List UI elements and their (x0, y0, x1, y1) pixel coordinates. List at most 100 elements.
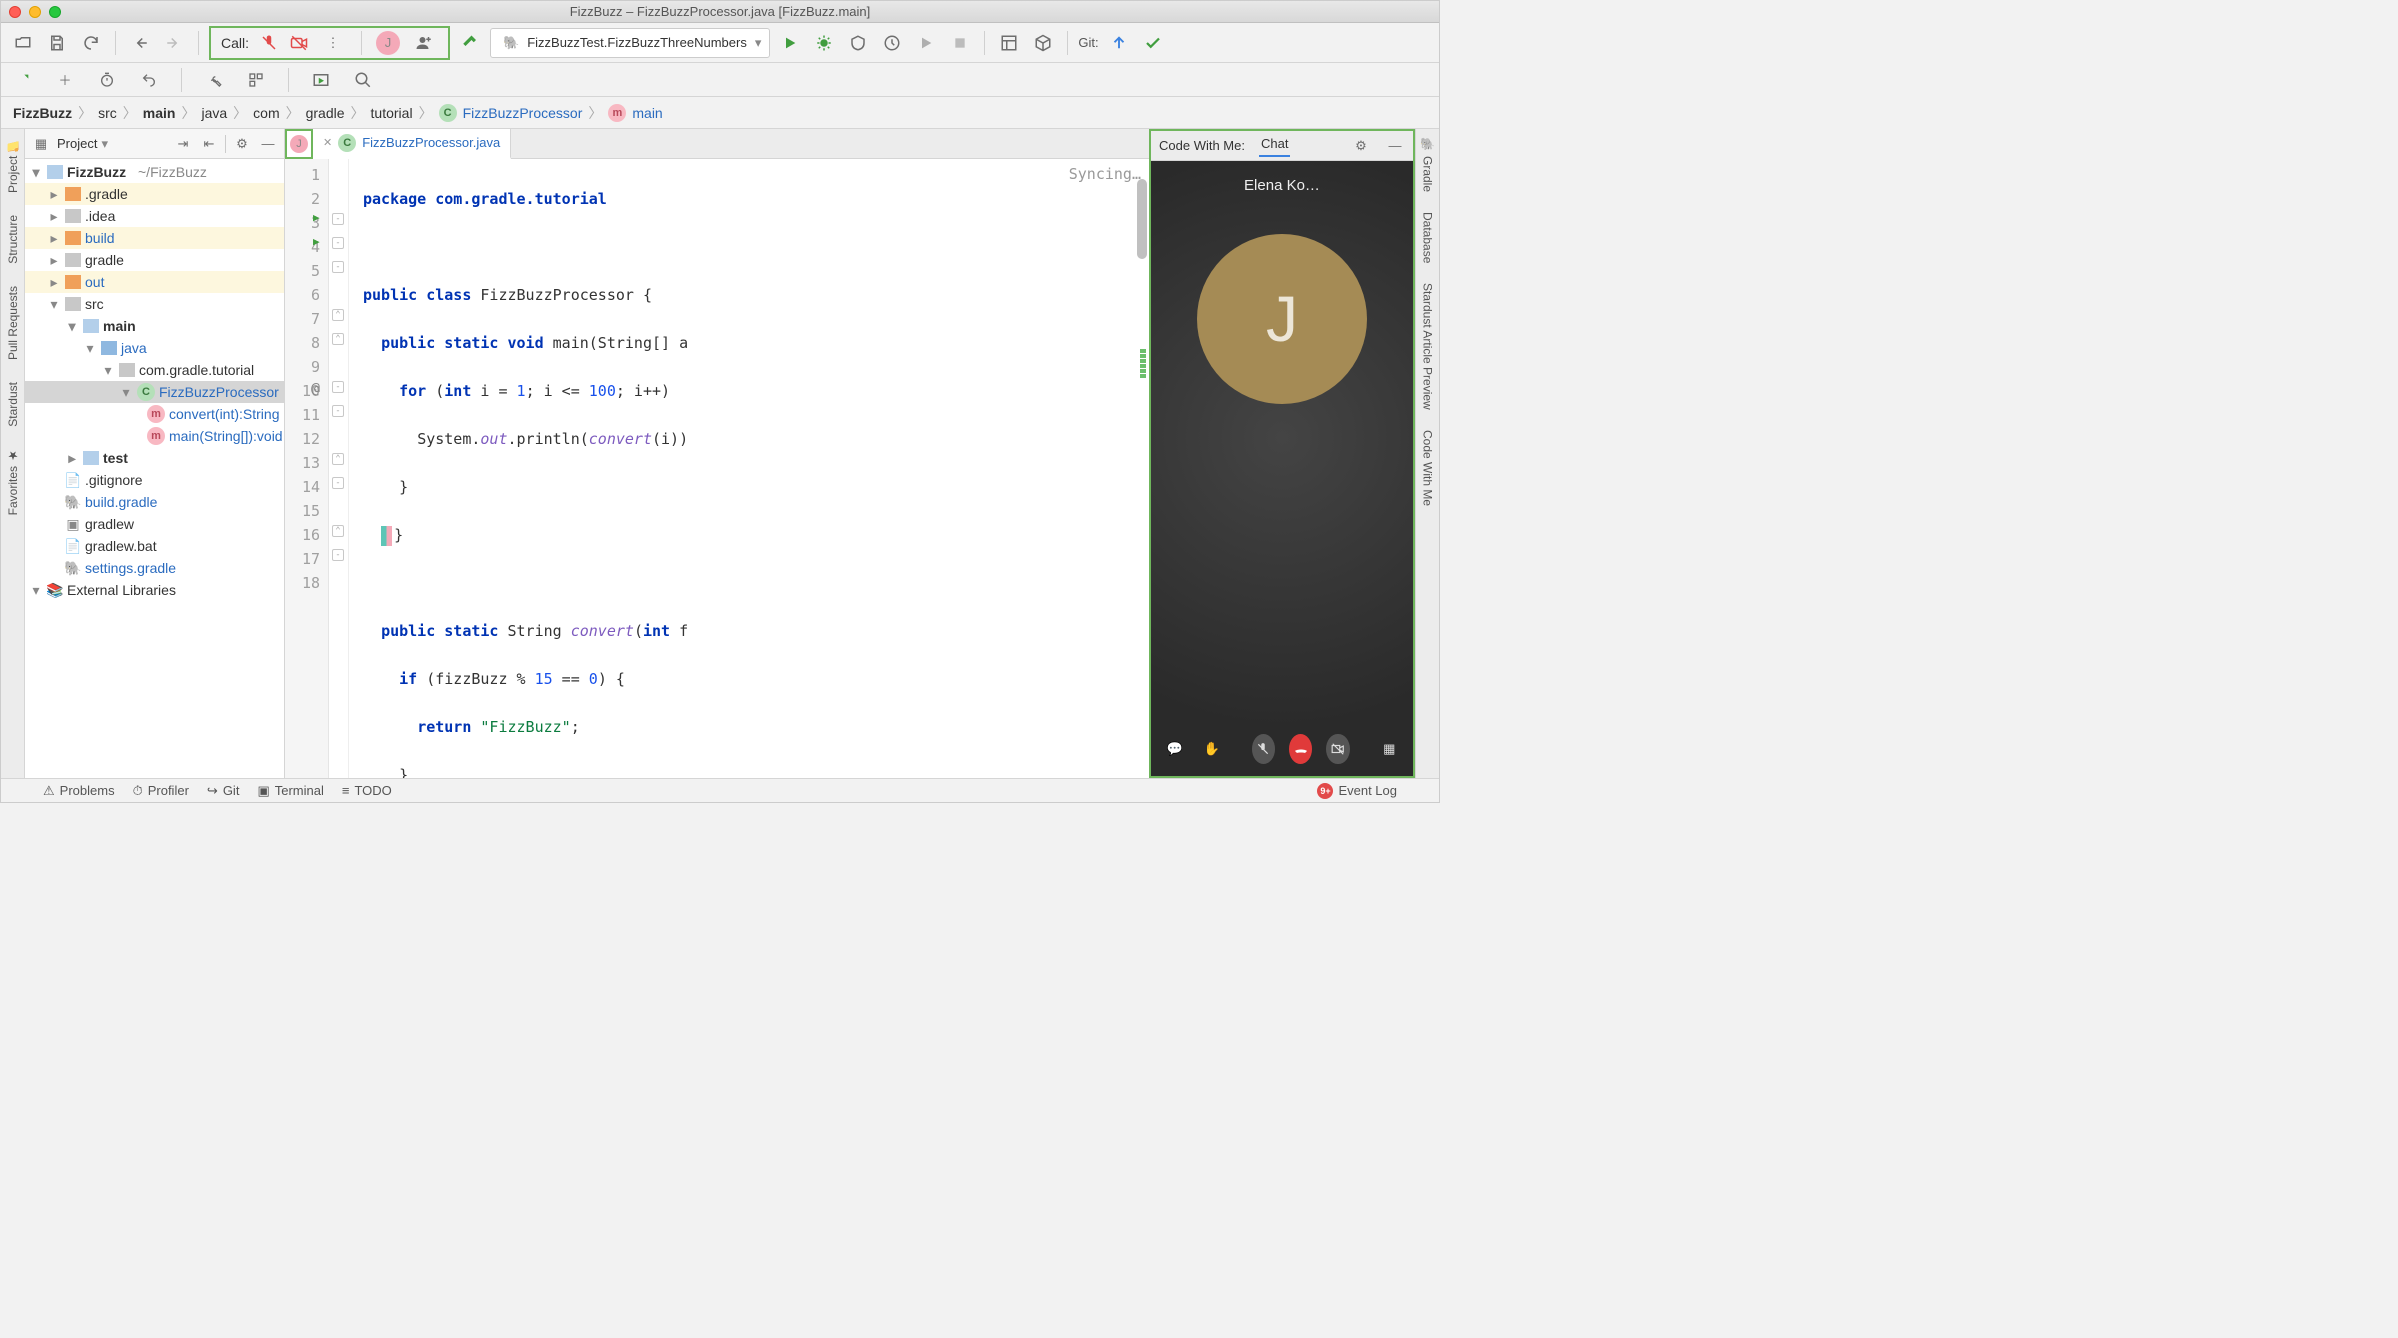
crumb-method[interactable]: mmain (608, 104, 662, 122)
reload-icon[interactable] (77, 29, 105, 57)
rail-pull-requests[interactable]: Pull Requests (6, 286, 20, 360)
gear-icon[interactable]: ⚙ (1351, 136, 1371, 156)
tree-class-selected[interactable]: ▾CFizzBuzzProcessor (25, 381, 284, 403)
rail-gradle[interactable]: 🐘Gradle (1421, 137, 1435, 192)
tree-gradle-dir[interactable]: ▸.gradle (25, 183, 284, 205)
tree-build-gradle[interactable]: 🐘build.gradle (25, 491, 284, 513)
tree-gradlew-bat[interactable]: 📄gradlew.bat (25, 535, 284, 557)
crumb-gradle[interactable]: gradle (306, 105, 345, 121)
fold-icon[interactable]: - (332, 237, 344, 249)
status-todo[interactable]: ≡ TODO (342, 783, 392, 798)
rail-stardust-preview[interactable]: Stardust Article Preview (1421, 283, 1435, 410)
override-icon[interactable]: @ (311, 379, 320, 397)
fold-icon[interactable]: - (332, 213, 344, 225)
search-icon[interactable] (349, 66, 377, 94)
collapse-all-icon[interactable]: ⇤ (199, 134, 219, 154)
avatar-self[interactable]: J (376, 31, 400, 55)
timer-icon[interactable] (93, 66, 121, 94)
camera-toggle-icon[interactable] (1326, 734, 1349, 764)
tree-gradlew[interactable]: ▣gradlew (25, 513, 284, 535)
more-vertical-icon[interactable]: ⋮ (319, 29, 347, 57)
back-icon[interactable] (126, 29, 154, 57)
tree-test-module[interactable]: ▸test (25, 447, 284, 469)
crumb-java[interactable]: java (201, 105, 227, 121)
code-editor[interactable]: 123456789101112131415161718 ▶ ▶ @ - - - … (285, 159, 1149, 778)
close-tab-icon[interactable]: ✕ (323, 136, 332, 149)
fold-icon[interactable]: - (332, 477, 344, 489)
git-update-icon[interactable] (1105, 29, 1133, 57)
hangup-icon[interactable] (1289, 734, 1312, 764)
editor-tab-active[interactable]: ✕CFizzBuzzProcessor.java (313, 129, 511, 159)
gear-icon[interactable]: ⚙ (232, 134, 252, 154)
fold-end-icon[interactable]: ⌃ (332, 333, 344, 345)
project-tree[interactable]: ▾FizzBuzz ~/FizzBuzz ▸.gradle ▸.idea ▸bu… (25, 159, 284, 778)
fold-end-icon[interactable]: ⌃ (332, 525, 344, 537)
stop-icon[interactable] (946, 29, 974, 57)
hide-panel-icon[interactable]: — (1385, 136, 1405, 156)
project-view-title[interactable]: Project ▾ (57, 136, 108, 152)
save-icon[interactable] (43, 29, 71, 57)
rail-project[interactable]: Project📁 (6, 137, 20, 193)
tree-idea-dir[interactable]: ▸.idea (25, 205, 284, 227)
tree-build-dir[interactable]: ▸build (25, 227, 284, 249)
rail-code-with-me[interactable]: Code With Me (1421, 430, 1435, 506)
rail-database[interactable]: Database (1421, 212, 1435, 263)
zoom-window-button[interactable] (49, 6, 61, 18)
fold-icon[interactable]: - (332, 405, 344, 417)
forward-icon[interactable] (160, 29, 188, 57)
mic-toggle-icon[interactable] (1252, 734, 1275, 764)
tree-method-main[interactable]: mmain(String[]):void (25, 425, 284, 447)
open-icon[interactable] (9, 29, 37, 57)
tree-main-module[interactable]: ▾main (25, 315, 284, 337)
crumb-main[interactable]: main (143, 105, 176, 121)
add-user-icon[interactable] (410, 29, 438, 57)
rail-stardust[interactable]: Stardust (6, 382, 20, 427)
raise-hand-icon[interactable]: ✋ (1200, 734, 1223, 764)
git-commit-icon[interactable] (1139, 29, 1167, 57)
mic-muted-icon[interactable] (259, 33, 279, 53)
fold-icon[interactable]: - (332, 261, 344, 273)
tree-external-libs[interactable]: ▾📚External Libraries (25, 579, 284, 601)
guest-tab[interactable]: J (285, 129, 313, 159)
hammer-icon[interactable] (456, 29, 484, 57)
fold-icon[interactable]: - (332, 381, 344, 393)
crumb-src[interactable]: src (98, 105, 117, 121)
fold-end-icon[interactable]: ⌃ (332, 309, 344, 321)
rail-favorites[interactable]: Favorites★ (6, 448, 20, 515)
tasks-icon[interactable] (242, 66, 270, 94)
cwm-tab-chat[interactable]: Chat (1259, 134, 1290, 157)
camera-off-icon[interactable] (289, 33, 309, 53)
status-profiler[interactable]: ⏱ Profiler (133, 783, 189, 799)
fold-end-icon[interactable]: ⌃ (332, 453, 344, 465)
crumb-com[interactable]: com (253, 105, 279, 121)
close-window-button[interactable] (9, 6, 21, 18)
status-terminal[interactable]: ▣ Terminal (257, 783, 323, 799)
hide-panel-icon[interactable]: — (258, 134, 278, 154)
grid-view-icon[interactable]: ▦ (1378, 734, 1401, 764)
fold-icon[interactable]: - (332, 549, 344, 561)
tree-gitignore[interactable]: 📄.gitignore (25, 469, 284, 491)
chat-icon[interactable]: 💬 (1163, 734, 1186, 764)
status-event-log[interactable]: 9+Event Log (1317, 783, 1397, 799)
crumb-class[interactable]: CFizzBuzzProcessor (439, 104, 583, 122)
tree-gradle2-dir[interactable]: ▸gradle (25, 249, 284, 271)
tree-method-convert[interactable]: mconvert(int):String (25, 403, 284, 425)
tree-src-dir[interactable]: ▾src (25, 293, 284, 315)
select-opened-icon[interactable]: ⇥ (173, 134, 193, 154)
wrench-icon[interactable] (200, 66, 228, 94)
status-problems[interactable]: ⚠ Problems (43, 783, 115, 799)
add-icon[interactable]: ＋ (51, 66, 79, 94)
undo-icon[interactable] (135, 66, 163, 94)
coverage-icon[interactable] (844, 29, 872, 57)
package-icon[interactable] (1029, 29, 1057, 57)
crumb-tutorial[interactable]: tutorial (371, 105, 413, 121)
tree-package[interactable]: ▾com.gradle.tutorial (25, 359, 284, 381)
profile-icon[interactable] (878, 29, 906, 57)
run-icon[interactable] (776, 29, 804, 57)
rail-structure[interactable]: Structure (6, 215, 20, 264)
run-gutter-icon[interactable]: ▶ (313, 211, 320, 224)
run-gutter-icon[interactable]: ▶ (313, 235, 320, 248)
tree-settings-gradle[interactable]: 🐘settings.gradle (25, 557, 284, 579)
run-config-selector[interactable]: 🐘 FizzBuzzTest.FizzBuzzThreeNumbers ▾ (490, 28, 770, 58)
tree-root[interactable]: ▾FizzBuzz ~/FizzBuzz (25, 161, 284, 183)
